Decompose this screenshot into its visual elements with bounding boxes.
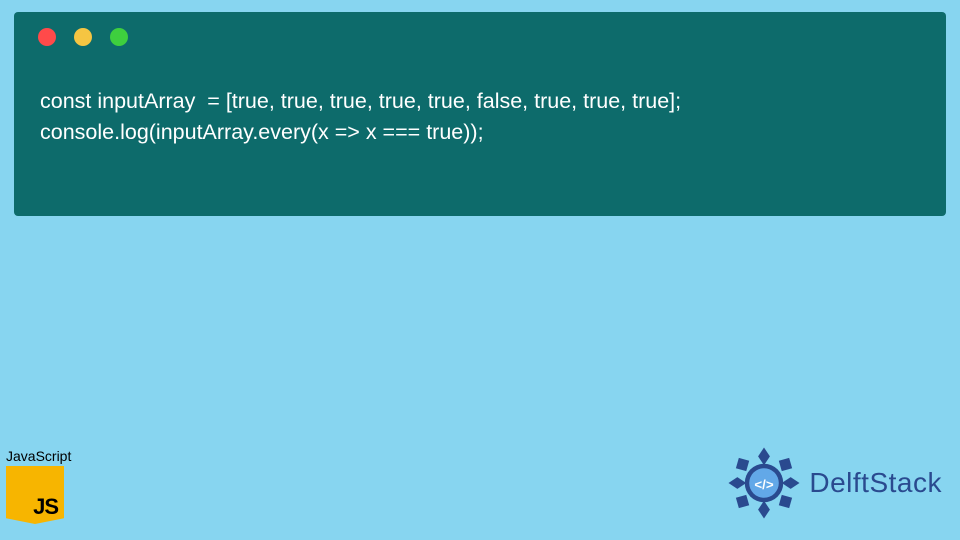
maximize-icon: [110, 28, 128, 46]
delftstack-logo-icon: </>: [727, 446, 801, 520]
traffic-lights: [38, 28, 926, 46]
code-line-1: const inputArray = [true, true, true, tr…: [40, 89, 681, 113]
delftstack-name: DelftStack: [809, 467, 942, 499]
javascript-label: JavaScript: [6, 448, 71, 464]
minimize-icon: [74, 28, 92, 46]
javascript-logo-text: JS: [33, 494, 58, 520]
code-window: const inputArray = [true, true, true, tr…: [14, 12, 946, 216]
close-icon: [38, 28, 56, 46]
svg-text:</>: </>: [755, 477, 774, 492]
code-line-2: console.log(inputArray.every(x => x === …: [40, 120, 484, 144]
javascript-badge: JavaScript JS: [6, 448, 71, 524]
code-block: const inputArray = [true, true, true, tr…: [40, 86, 926, 148]
delftstack-brand: </> DelftStack: [727, 446, 942, 520]
javascript-logo-icon: JS: [6, 466, 64, 524]
